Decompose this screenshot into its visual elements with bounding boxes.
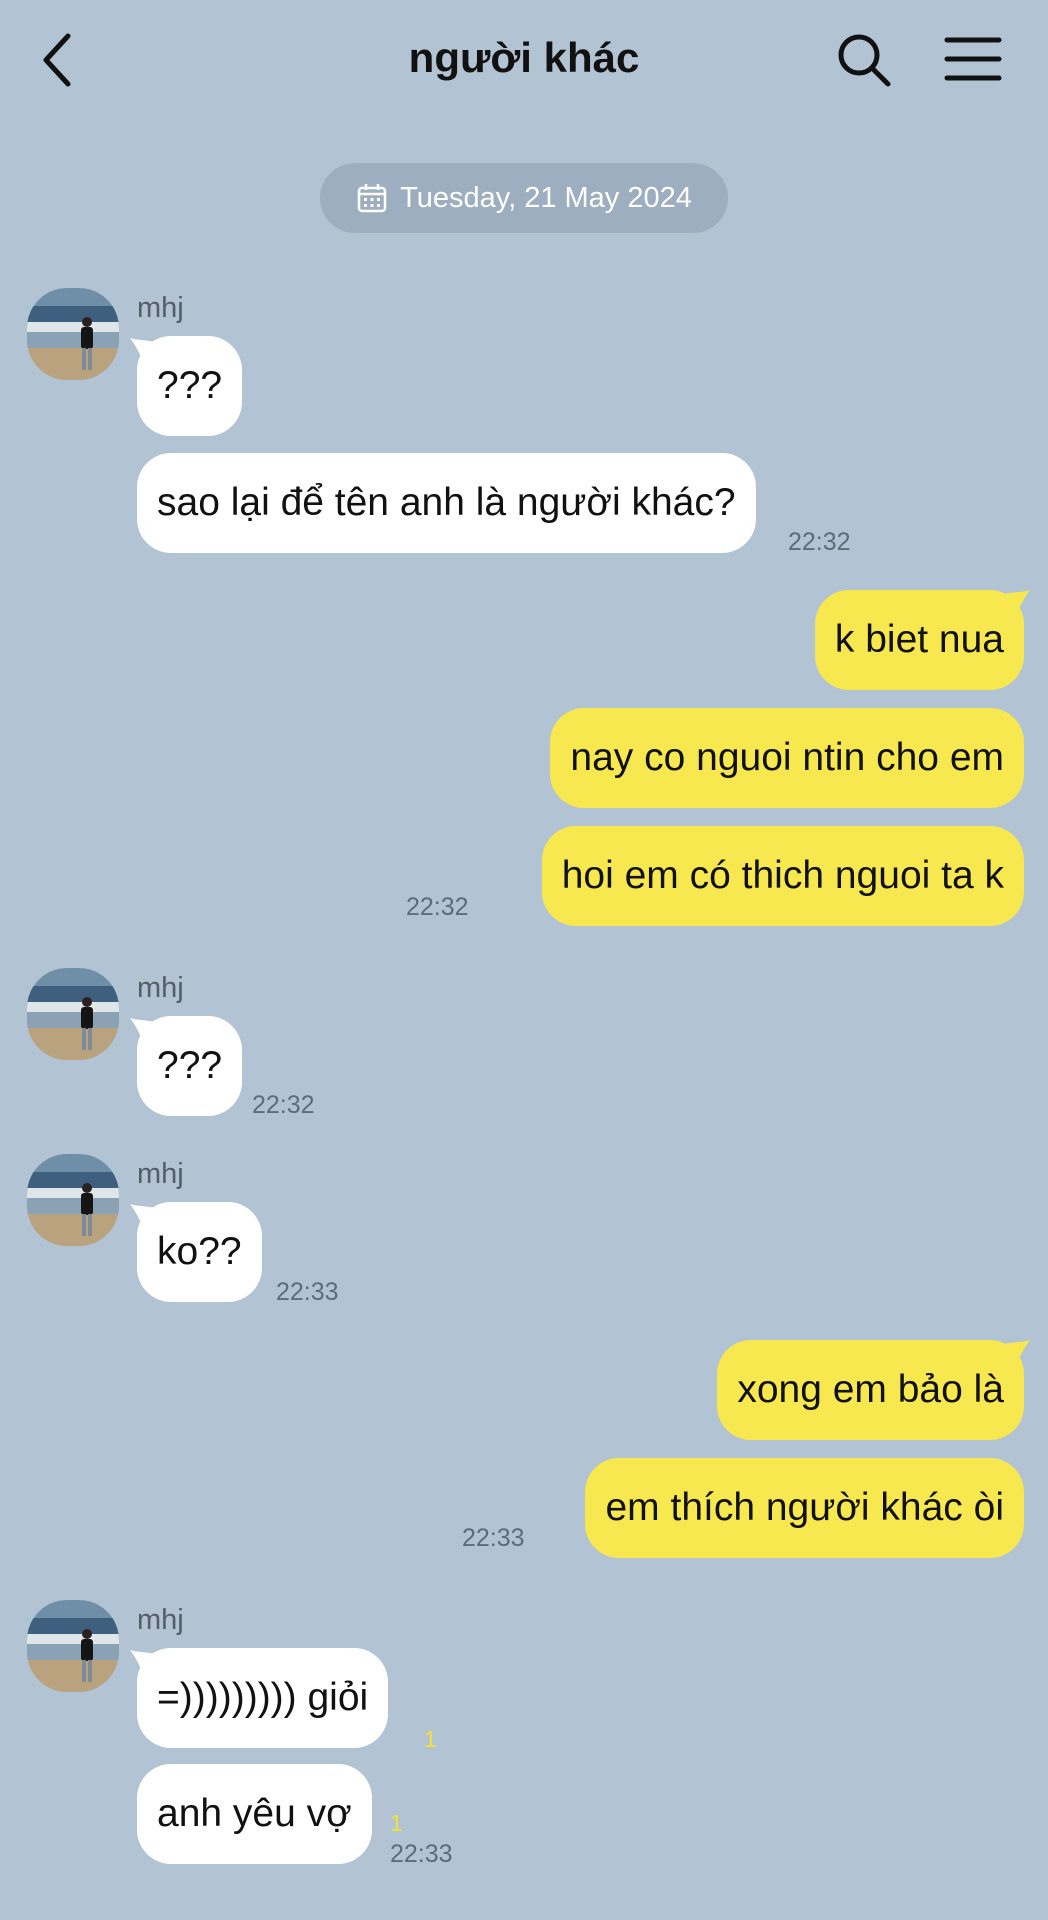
search-icon xyxy=(838,34,891,87)
message-bubble-incoming[interactable]: ??? xyxy=(137,336,243,436)
date-label: Tuesday, 21 May 2024 xyxy=(400,181,692,214)
calendar-icon xyxy=(357,184,387,213)
avatar-photo xyxy=(27,1600,119,1692)
message-time: 22:33 xyxy=(390,1840,453,1868)
message-bubble-outgoing[interactable]: xong em bảo là xyxy=(717,1340,1024,1440)
sender-name: mhj xyxy=(137,292,184,324)
sender-name: mhj xyxy=(137,1604,184,1636)
avatar[interactable] xyxy=(27,968,119,1060)
menu-button[interactable] xyxy=(944,34,1002,84)
message-time: 22:32 xyxy=(788,528,851,556)
sender-name: mhj xyxy=(137,1158,184,1190)
search-button[interactable] xyxy=(836,32,892,88)
sender-name: mhj xyxy=(137,972,184,1004)
date-divider: Tuesday, 21 May 2024 xyxy=(320,163,728,233)
avatar[interactable] xyxy=(27,1154,119,1246)
avatar-photo xyxy=(27,968,119,1060)
message-bubble-incoming[interactable]: sao lại để tên anh là người khác? xyxy=(137,453,756,553)
avatar-photo xyxy=(27,1154,119,1246)
avatar[interactable] xyxy=(27,288,119,380)
message-bubble-incoming[interactable]: anh yêu vợ xyxy=(137,1764,372,1864)
unread-count: 1 xyxy=(390,1810,403,1836)
message-bubble-incoming[interactable]: =))))))))) giỏi xyxy=(137,1648,389,1748)
message-bubble-outgoing[interactable]: hoi em có thich nguoi ta k xyxy=(541,826,1024,926)
chat-header: người khác xyxy=(0,0,1048,120)
message-time: 22:32 xyxy=(252,1091,315,1119)
message-bubble-outgoing[interactable]: nay co nguoi ntin cho em xyxy=(550,708,1024,808)
message-time: 22:33 xyxy=(276,1278,339,1306)
avatar[interactable] xyxy=(27,1600,119,1692)
message-time: 22:32 xyxy=(406,893,469,921)
message-bubble-outgoing[interactable]: k biet nua xyxy=(814,590,1024,690)
unread-count: 1 xyxy=(424,1726,437,1752)
message-bubble-incoming[interactable]: ??? xyxy=(137,1016,243,1116)
message-bubble-incoming[interactable]: ko?? xyxy=(137,1202,262,1302)
message-bubble-outgoing[interactable]: em thích người khác òi xyxy=(585,1458,1024,1558)
message-time: 22:33 xyxy=(462,1524,525,1552)
menu-icon xyxy=(944,37,1002,81)
avatar-photo xyxy=(27,288,119,380)
